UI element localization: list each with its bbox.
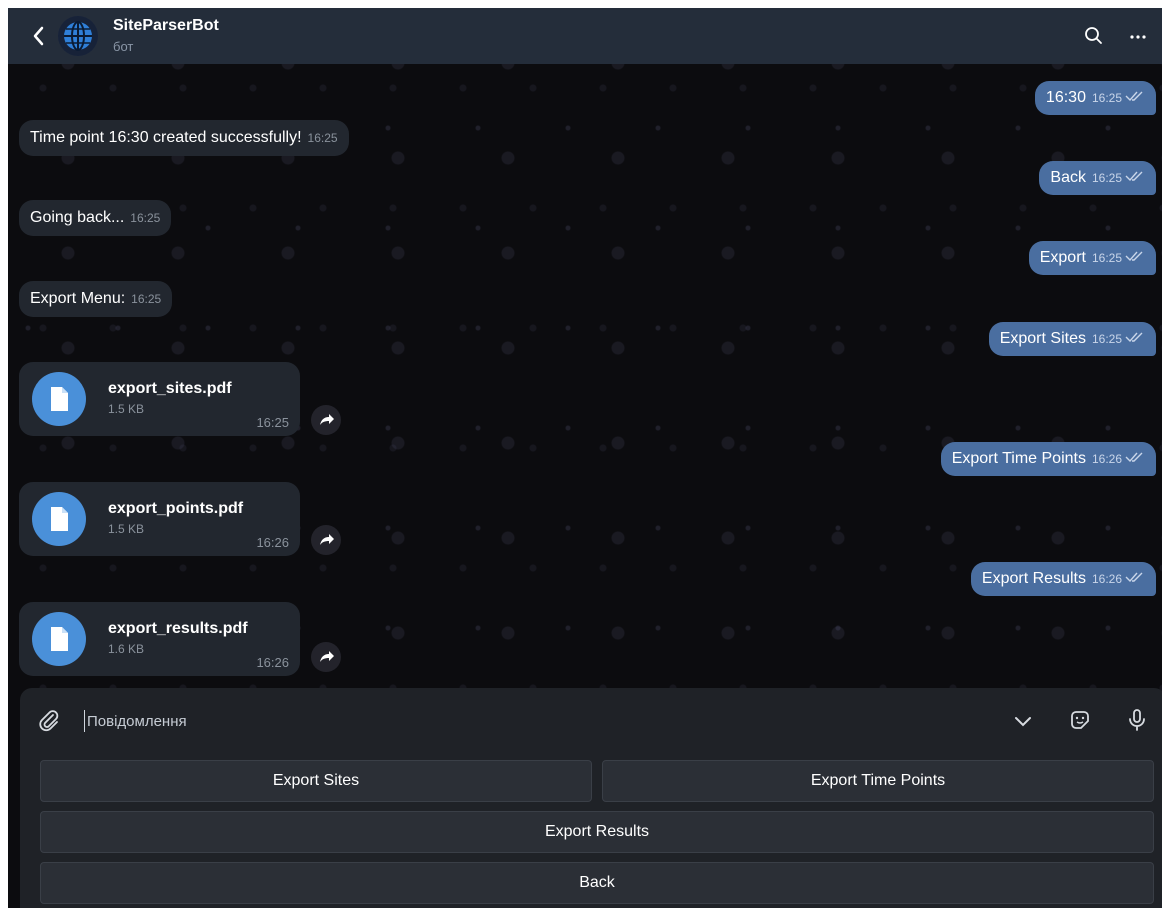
file-size: 1.5 KB [108,402,145,416]
file-size: 1.6 KB [108,642,145,656]
text-caret [84,710,85,732]
message-time: 16:26 [1091,452,1122,467]
double-check-icon [1125,168,1145,188]
message-time: 16:25 [307,131,338,145]
double-check-icon [1125,88,1145,108]
message-text: Time point 16:30 created successfully! [30,129,302,146]
telegram-window: SiteParserBot бот Time point 16:30 creat… [8,8,1162,908]
double-check-icon [1125,569,1145,589]
message-text: Back [1050,169,1086,187]
message-text: Export Menu: [30,290,126,307]
message-text: Export Time Points [951,450,1086,468]
incoming-message: Export Menu: 16:25 [19,281,173,317]
keyboard-button-export-sites[interactable]: Export Sites [40,760,592,802]
message-time: 16:25 [1091,171,1122,186]
file-message[interactable]: export_points.pdf 1.5 KB 16:26 [19,482,300,556]
file-message[interactable]: export_results.pdf 1.6 KB 16:26 [19,602,300,676]
chat-subtitle: бот [113,39,134,54]
globe-avatar-icon[interactable] [58,16,98,56]
message-time: 16:25 [1091,91,1122,106]
keyboard-button-export-results[interactable]: Export Results [40,811,1154,853]
double-check-icon [1125,329,1145,349]
chevron-down-icon[interactable] [1010,708,1036,734]
chat-header: SiteParserBot бот [8,8,1162,64]
message-time: 16:26 [256,535,289,550]
message-text: Export Sites [999,330,1086,348]
file-name[interactable]: export_sites.pdf [108,380,232,398]
file-size: 1.5 KB [108,522,145,536]
chat-title[interactable]: SiteParserBot [113,17,219,35]
message-text: Going back... [30,209,125,226]
back-arrow-icon[interactable] [28,22,50,50]
outgoing-message: Export 16:25 [1028,241,1156,276]
message-input[interactable]: Повідомлення [87,713,187,730]
incoming-message: Going back... 16:25 [19,200,172,236]
file-icon[interactable] [32,372,86,426]
file-name[interactable]: export_results.pdf [108,620,248,638]
file-name[interactable]: export_points.pdf [108,500,243,518]
file-icon[interactable] [32,492,86,546]
share-icon[interactable] [311,642,341,672]
search-icon[interactable] [1082,24,1106,48]
file-message[interactable]: export_sites.pdf 1.5 KB 16:25 [19,362,300,436]
sticker-icon[interactable] [1067,707,1093,733]
file-icon[interactable] [32,612,86,666]
keyboard-button-export-time-points[interactable]: Export Time Points [602,760,1154,802]
keyboard-button-back[interactable]: Back [40,862,1154,904]
message-time: 16:26 [1091,572,1122,587]
message-text: Export Results [981,570,1086,588]
message-text: Export [1039,249,1086,267]
double-check-icon [1125,248,1145,268]
outgoing-message: Export Sites 16:25 [988,322,1156,357]
message-time: 16:25 [1091,332,1122,347]
message-text: 16:30 [1045,89,1086,107]
microphone-icon[interactable] [1124,707,1150,733]
double-check-icon [1125,449,1145,469]
outgoing-message: Export Time Points 16:26 [940,442,1156,477]
outgoing-message: Export Results 16:26 [970,562,1156,597]
message-time: 16:25 [256,415,289,430]
message-time: 16:26 [256,655,289,670]
message-time: 16:25 [131,292,162,306]
more-icon[interactable] [1126,24,1150,48]
share-icon[interactable] [311,405,341,435]
incoming-message: Time point 16:30 created successfully! 16… [19,120,349,156]
outgoing-message: Back 16:25 [1039,161,1156,196]
attach-icon[interactable] [36,708,62,734]
share-icon[interactable] [311,525,341,555]
message-time: 16:25 [130,211,161,225]
message-time: 16:25 [1091,251,1122,266]
message-composer: Повідомлення Export Sites Export Time Po… [20,688,1162,908]
outgoing-message: 16:30 16:25 [1034,81,1156,116]
